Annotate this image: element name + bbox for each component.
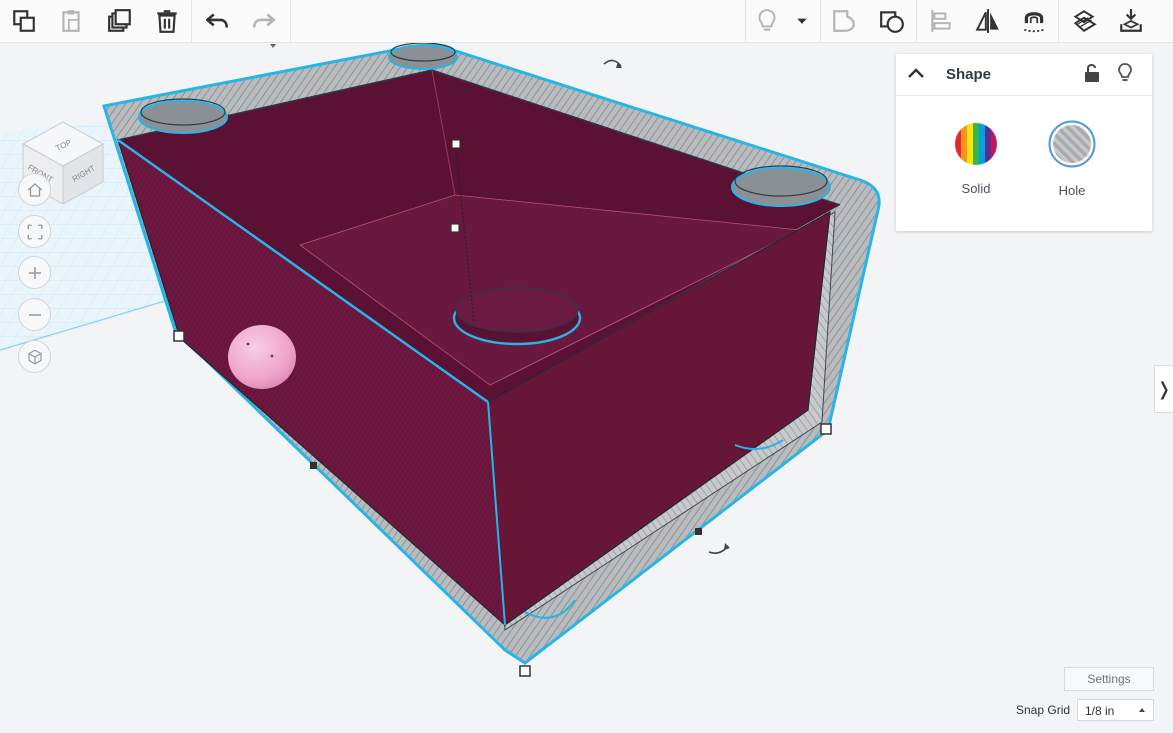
workplane-button[interactable] [1063,0,1105,42]
redo-icon [252,13,276,28]
copy-icon [13,10,35,32]
top-toolbar [0,0,1173,43]
home-view-button[interactable] [18,173,51,206]
corner-handle[interactable] [173,330,185,342]
paste-button[interactable] [50,0,92,42]
inspector-header: Shape [896,54,1152,96]
copy-button[interactable] [3,0,45,42]
mirror-icon [975,9,999,33]
solid-label: Solid [961,181,991,196]
ungroup-icon [880,11,904,33]
fit-view-icon [27,224,42,239]
workplane-icon [1073,10,1097,32]
snap-grid-label: Snap Grid [1016,703,1071,717]
plus-icon [28,266,41,279]
bulb-icon [758,9,776,31]
undo-button[interactable] [196,0,238,42]
duplicate-button[interactable] [99,0,141,42]
height-handle[interactable] [451,139,461,149]
show-all-dropdown[interactable] [784,0,820,42]
zoom-in-button[interactable] [18,256,51,289]
trash-icon [157,10,177,33]
chevron-right-icon: ❭ [1156,378,1172,399]
hole-label: Hole [1058,183,1086,198]
fit-view-button[interactable] [18,215,51,248]
panel-toggle-tab[interactable]: ❭ [1154,365,1173,413]
bulb-icon[interactable] [1113,61,1137,85]
corner-handle[interactable] [820,423,832,435]
corner-handle[interactable] [519,665,531,677]
hole-swatch-icon [1048,120,1096,168]
unlock-icon[interactable] [1080,61,1104,85]
group-button[interactable] [823,0,865,42]
import-button[interactable] [1110,0,1152,42]
caret-up-icon [1139,708,1145,712]
edge-handle[interactable] [310,462,317,469]
magnet-icon [1023,12,1045,33]
snap-grid-value: 1/8 in [1085,704,1115,718]
cube-icon [27,349,42,364]
duplicate-icon [108,9,131,32]
minus-icon [28,313,41,316]
align-icon [931,10,951,32]
home-icon [27,182,42,197]
edge-handle[interactable] [695,528,702,535]
cruise-button[interactable] [1013,0,1055,42]
group-icon [833,10,855,32]
snap-grid-select[interactable]: 1/8 in [1077,699,1154,721]
align-button[interactable] [920,0,962,42]
rainbow-swatch-icon [955,123,997,165]
settings-button[interactable]: Settings [1064,667,1154,691]
import-icon [1120,9,1142,32]
sphere-shape[interactable] [228,325,296,389]
ungroup-button[interactable] [871,0,913,42]
delete-button[interactable] [146,0,188,42]
solid-option[interactable]: Solid [941,122,1011,196]
mirror-button[interactable] [967,0,1009,42]
inspector-title: Shape [946,66,992,83]
redo-button[interactable] [243,0,285,42]
perspective-button[interactable] [18,340,51,373]
hole-option[interactable]: Hole [1037,120,1107,198]
chevron-down-icon [797,18,807,24]
chevron-up-icon[interactable] [904,62,928,86]
center-handle[interactable] [450,223,460,233]
zoom-out-button[interactable] [18,298,51,331]
shape-inspector: Shape Solid Hole [896,54,1152,231]
paste-icon [62,10,80,32]
show-all-button[interactable] [746,0,788,42]
undo-icon [205,13,229,28]
